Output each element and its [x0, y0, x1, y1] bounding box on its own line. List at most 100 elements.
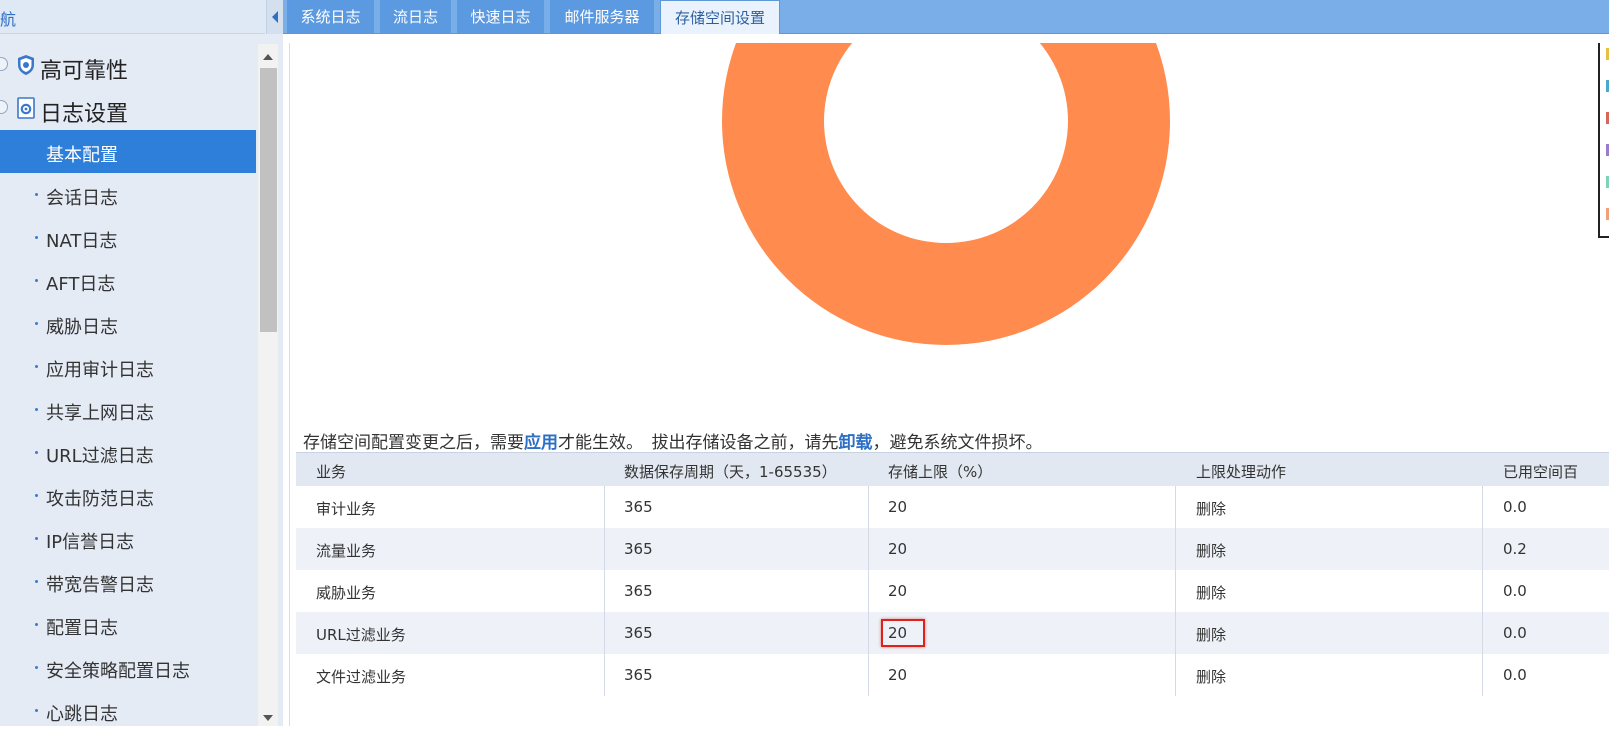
tab-system-log[interactable]: 系统日志: [287, 0, 374, 33]
expand-icon[interactable]: [0, 100, 8, 114]
nav-item-label: 配置日志: [46, 618, 118, 639]
nav-group-label: 高可靠性: [40, 59, 129, 84]
apply-link[interactable]: 应用: [524, 433, 558, 453]
column-divider: [1175, 486, 1176, 696]
notice-text: 存储空间配置变更之后，需要: [303, 433, 524, 453]
donut-ring: [722, 43, 1170, 345]
scroll-down-arrow-icon[interactable]: [258, 710, 278, 726]
bullet-icon: [35, 236, 38, 239]
cell-retention[interactable]: 365: [624, 498, 653, 516]
cell-limit-action[interactable]: 删除: [1196, 666, 1226, 687]
nav-item-aft-log[interactable]: AFT日志: [0, 259, 256, 302]
table-row[interactable]: 威胁业务 365 20 删除 0.0: [296, 570, 1609, 612]
cell-limit-action[interactable]: 删除: [1196, 498, 1226, 519]
bullet-icon: [35, 623, 38, 626]
cell-storage-limit[interactable]: 20: [888, 666, 907, 684]
cell-storage-limit[interactable]: 20: [888, 498, 907, 516]
cell-storage-limit[interactable]: 20: [888, 540, 907, 558]
bullet-icon: [35, 279, 38, 282]
cell-storage-limit[interactable]: 20: [888, 624, 907, 642]
nav-item-label: 心跳日志: [46, 704, 118, 725]
nav-item-label: 会话日志: [46, 188, 118, 209]
bullet-icon: [35, 322, 38, 325]
bullet-icon: [35, 408, 38, 411]
cell-used-space: 0.2: [1503, 540, 1527, 558]
nav-item-label: NAT日志: [46, 231, 118, 252]
nav-item-label: 带宽告警日志: [46, 575, 154, 596]
storage-notice: 存储空间配置变更之后，需要应用才能生效。 拔出存储设备之前，请先卸载，避免系统文…: [303, 428, 1043, 453]
nav-item-label: 应用审计日志: [46, 360, 154, 381]
nav-item-attack-defense-log[interactable]: 攻击防范日志: [0, 474, 256, 517]
cell-retention[interactable]: 365: [624, 582, 653, 600]
collapse-sidebar-button[interactable]: [266, 0, 283, 34]
table-row[interactable]: 文件过滤业务 365 20 删除 0.0: [296, 654, 1609, 696]
cell-retention[interactable]: 365: [624, 540, 653, 558]
column-divider: [868, 486, 869, 696]
notice-text: 才能生效。 拔出存储设备之前，请先: [558, 433, 839, 453]
column-header-storage-limit: 存储上限（%）: [888, 463, 993, 481]
cell-used-space: 0.0: [1503, 624, 1527, 642]
sidebar: 航 高可靠性 日志设置 基本配置 会话日志 NAT日志 AFT日志 威胁日志 应…: [0, 0, 283, 726]
nav-item-session-log[interactable]: 会话日志: [0, 173, 256, 216]
bullet-icon: [35, 451, 38, 454]
table-row[interactable]: 审计业务 365 20 删除 0.0: [296, 486, 1609, 528]
nav-item-app-audit-log[interactable]: 应用审计日志: [0, 345, 256, 388]
bullet-icon: [35, 666, 38, 669]
nav-item-shared-access-log[interactable]: 共享上网日志: [0, 388, 256, 431]
storage-usage-chart: [290, 43, 1609, 423]
nav-item-label: IP信誉日志: [46, 532, 135, 553]
nav-group-high-availability[interactable]: 高可靠性: [0, 44, 256, 87]
nav-item-label: 基本配置: [46, 145, 118, 166]
table-row[interactable]: URL过滤业务 365 20 删除 0.0: [296, 612, 1609, 654]
nav-item-nat-log[interactable]: NAT日志: [0, 216, 256, 259]
cell-used-space: 0.0: [1503, 666, 1527, 684]
column-header-used-space: 已用空间百: [1503, 463, 1579, 481]
cell-retention[interactable]: 365: [624, 666, 653, 684]
sidebar-scrollbar-thumb[interactable]: [260, 68, 277, 332]
cell-retention[interactable]: 365: [624, 624, 653, 642]
tab-flow-log[interactable]: 流日志: [380, 0, 451, 33]
nav-item-url-filter-log[interactable]: URL过滤日志: [0, 431, 256, 474]
nav-item-bandwidth-alarm-log[interactable]: 带宽告警日志: [0, 560, 256, 603]
cell-service: 文件过滤业务: [316, 668, 407, 686]
tab-fast-log[interactable]: 快速日志: [457, 0, 544, 33]
cell-used-space: 0.0: [1503, 582, 1527, 600]
cell-used-space: 0.0: [1503, 498, 1527, 516]
nav-group-log-settings[interactable]: 日志设置: [0, 87, 256, 130]
expand-icon[interactable]: [0, 57, 8, 71]
cell-service: 审计业务: [316, 500, 377, 518]
donut-chart: [722, 43, 1170, 345]
nav-group-label: 日志设置: [40, 102, 129, 127]
column-divider: [604, 486, 605, 696]
cell-limit-action[interactable]: 删除: [1196, 582, 1226, 603]
tab-storage-settings[interactable]: 存储空间设置: [660, 0, 780, 34]
nav-item-config-log[interactable]: 配置日志: [0, 603, 256, 646]
cell-limit-action[interactable]: 删除: [1196, 540, 1226, 561]
unmount-link[interactable]: 卸载: [839, 433, 873, 453]
tab-mail-server[interactable]: 邮件服务器: [550, 0, 654, 33]
nav-item-label: 威胁日志: [46, 317, 118, 338]
scroll-up-arrow-icon[interactable]: [258, 50, 278, 66]
nav-tree: 高可靠性 日志设置 基本配置 会话日志 NAT日志 AFT日志 威胁日志 应用审…: [0, 44, 256, 732]
table-row[interactable]: 流量业务 365 20 删除 0.2: [296, 528, 1609, 570]
bullet-icon: [35, 580, 38, 583]
cell-limit-action[interactable]: 删除: [1196, 624, 1226, 645]
cell-storage-limit[interactable]: 20: [888, 582, 907, 600]
table-header: 业务 数据保存周期（天，1-65535） 存储上限（%） 上限处理动作 已用空间…: [296, 452, 1609, 486]
bullet-icon: [35, 537, 38, 540]
nav-item-security-policy-log[interactable]: 安全策略配置日志: [0, 646, 256, 689]
column-header-retention: 数据保存周期（天，1-65535）: [624, 463, 837, 481]
shield-icon: [18, 55, 34, 75]
bullet-icon: [35, 494, 38, 497]
nav-item-ip-reputation-log[interactable]: IP信誉日志: [0, 517, 256, 560]
nav-item-label: 安全策略配置日志: [46, 661, 190, 682]
cell-service: URL过滤业务: [316, 626, 406, 644]
storage-settings-panel: 存储空间配置变更之后，需要应用才能生效。 拔出存储设备之前，请先卸载，避免系统文…: [289, 43, 1609, 726]
chart-legend: [1598, 43, 1609, 238]
nav-item-threat-log[interactable]: 威胁日志: [0, 302, 256, 345]
cell-service: 威胁业务: [316, 584, 377, 602]
nav-item-label: 共享上网日志: [46, 403, 154, 424]
nav-item-basic-config[interactable]: 基本配置: [0, 130, 256, 173]
column-header-service: 业务: [316, 463, 347, 481]
column-header-limit-action: 上限处理动作: [1196, 463, 1287, 481]
